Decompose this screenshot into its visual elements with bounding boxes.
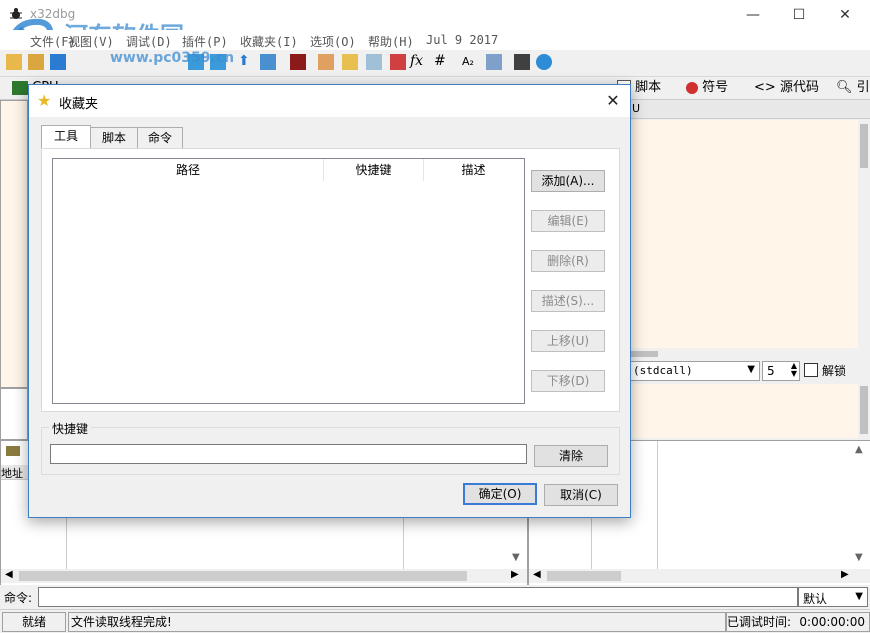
code-brackets-icon: <> (754, 80, 776, 95)
describe-button[interactable]: 描述(S)... (531, 290, 605, 312)
command-input[interactable] (38, 587, 798, 607)
status-message: 文件读取线程完成! (68, 612, 726, 632)
dialog-close-button[interactable]: ✕ (601, 89, 625, 113)
menu-favorites[interactable]: 收藏夹(I) (240, 33, 298, 50)
dump-address-header: 地址 (1, 465, 31, 480)
scroll-right-icon[interactable]: ▶ (511, 569, 519, 580)
dump-icon (6, 446, 20, 456)
ok-button[interactable]: 确定(O) (463, 483, 537, 505)
maximize-button[interactable]: ☐ (776, 0, 822, 30)
favorites-dialog: ★ 收藏夹 ✕ 工具 脚本 命令 路径 快捷键 描述 添加(A)... 编辑(E… (28, 84, 631, 518)
close-window-button[interactable]: ✕ (822, 0, 868, 30)
menu-plugins[interactable]: 插件(P) (182, 33, 228, 50)
column-header-hotkey[interactable]: 快捷键 (324, 159, 424, 181)
move-down-button[interactable]: 下移(D) (531, 370, 605, 392)
open-folder-icon[interactable] (6, 54, 22, 70)
dialog-title-bar: ★ 收藏夹 ✕ (29, 85, 630, 117)
build-date: Jul 9 2017 (426, 33, 499, 47)
calculator-icon[interactable] (514, 54, 530, 70)
tab-commands[interactable]: 命令 (137, 127, 183, 148)
debug-time-label: 已调试时间: (727, 615, 792, 629)
command-bar: 命令: 默认 ▼ (0, 585, 870, 609)
watermark-url: www.pc0359.cn (110, 50, 235, 66)
stack-scroll-up-icon[interactable]: ▲ (855, 444, 863, 455)
hash-icon[interactable]: # (434, 53, 446, 69)
arrow-up-icon[interactable]: ⬆ (238, 53, 250, 69)
script-icon[interactable] (290, 54, 306, 70)
stack-hscrollbar[interactable]: ◀ ▶ (529, 569, 870, 583)
menu-options[interactable]: 选项(O) (310, 33, 356, 50)
functions-icon[interactable]: fx (410, 53, 423, 69)
menu-help[interactable]: 帮助(H) (368, 33, 414, 50)
arg-count-spinner[interactable]: 5 ▲ ▼ (762, 361, 800, 381)
registers-header: U (630, 100, 870, 119)
menu-view[interactable]: 视图(V) (68, 33, 114, 50)
add-button[interactable]: 添加(A)... (531, 170, 605, 192)
cpu-icon (12, 80, 28, 95)
mode-chevron-down-icon: ▼ (855, 591, 863, 602)
edit-button[interactable]: 编辑(E) (531, 210, 605, 232)
clear-button[interactable]: 清除 (534, 445, 608, 467)
move-up-button[interactable]: 上移(U) (531, 330, 605, 352)
minimize-button[interactable]: — (730, 0, 776, 30)
unlock-checkbox[interactable] (804, 363, 818, 377)
menu-debug[interactable]: 调试(D) (126, 33, 172, 50)
spin-arrows-icon: ▲ ▼ (790, 361, 797, 378)
patch-icon[interactable] (318, 54, 334, 70)
comments-icon[interactable] (342, 54, 358, 70)
dialog-title: 收藏夹 (59, 97, 99, 112)
scroll-left-icon[interactable]: ◀ (5, 569, 13, 580)
registers-scrollbar[interactable] (858, 120, 870, 348)
registers-hscrollbar[interactable] (630, 350, 860, 358)
status-state: 就绪 (2, 612, 66, 632)
calling-convention-select[interactable]: (stdcall) ▼ (630, 361, 760, 381)
recent-files-icon[interactable] (28, 54, 44, 70)
tab-tools[interactable]: 工具 (41, 125, 91, 149)
labels-icon[interactable] (366, 54, 382, 70)
status-bar: 就绪 文件读取线程完成! 已调试时间: 0:00:00:00 (0, 609, 870, 633)
restart-icon[interactable] (50, 54, 66, 70)
arguments-scrollbar[interactable] (858, 384, 870, 438)
disasm-pane[interactable] (0, 100, 28, 388)
stack-scroll-down-icon[interactable]: ▼ (855, 552, 863, 563)
globe-icon[interactable] (536, 54, 552, 70)
tab-scripts[interactable]: 脚本 (90, 127, 138, 148)
command-label: 命令: (4, 591, 33, 605)
column-header-path[interactable]: 路径 (53, 159, 324, 181)
debug-time-value: 0:00:00:00 (799, 615, 865, 629)
tab-references[interactable]: 🔍︎ 引用 (836, 78, 870, 115)
debug-time: 已调试时间: 0:00:00:00 (726, 612, 870, 632)
arguments-pane[interactable] (630, 384, 858, 438)
registers-pane[interactable] (630, 120, 858, 348)
search-icon: 🔍︎ (836, 80, 853, 95)
calculator-doc-icon[interactable] (486, 54, 502, 70)
font-icon[interactable]: A₂ (462, 55, 474, 68)
favorites-list[interactable]: 路径 快捷键 描述 (52, 158, 525, 404)
bookmark-icon[interactable] (390, 54, 406, 70)
info-pane (0, 388, 28, 440)
dump-hscrollbar[interactable]: ◀ ▶ (1, 569, 527, 583)
unlock-label: 解锁 (822, 364, 847, 378)
command-mode-select[interactable]: 默认 ▼ (798, 587, 868, 607)
column-header-description[interactable]: 描述 (424, 159, 523, 181)
star-icon: ★ (37, 91, 52, 110)
tab-source[interactable]: <> 源代码 (754, 78, 819, 98)
chevron-down-icon: ▼ (747, 364, 755, 375)
dump-scroll-down-icon[interactable]: ▼ (512, 552, 520, 563)
hotkey-input[interactable] (50, 444, 527, 464)
hotkey-group-label: 快捷键 (49, 420, 92, 437)
stack-scroll-right-icon[interactable]: ▶ (841, 569, 849, 580)
symbols-icon (686, 81, 698, 94)
trace-icon[interactable] (260, 54, 276, 70)
stack-scroll-left-icon[interactable]: ◀ (533, 569, 541, 580)
tab-symbols[interactable]: 符号 (686, 78, 728, 98)
delete-button[interactable]: 删除(R) (531, 250, 605, 272)
cancel-button[interactable]: 取消(C) (544, 484, 618, 506)
